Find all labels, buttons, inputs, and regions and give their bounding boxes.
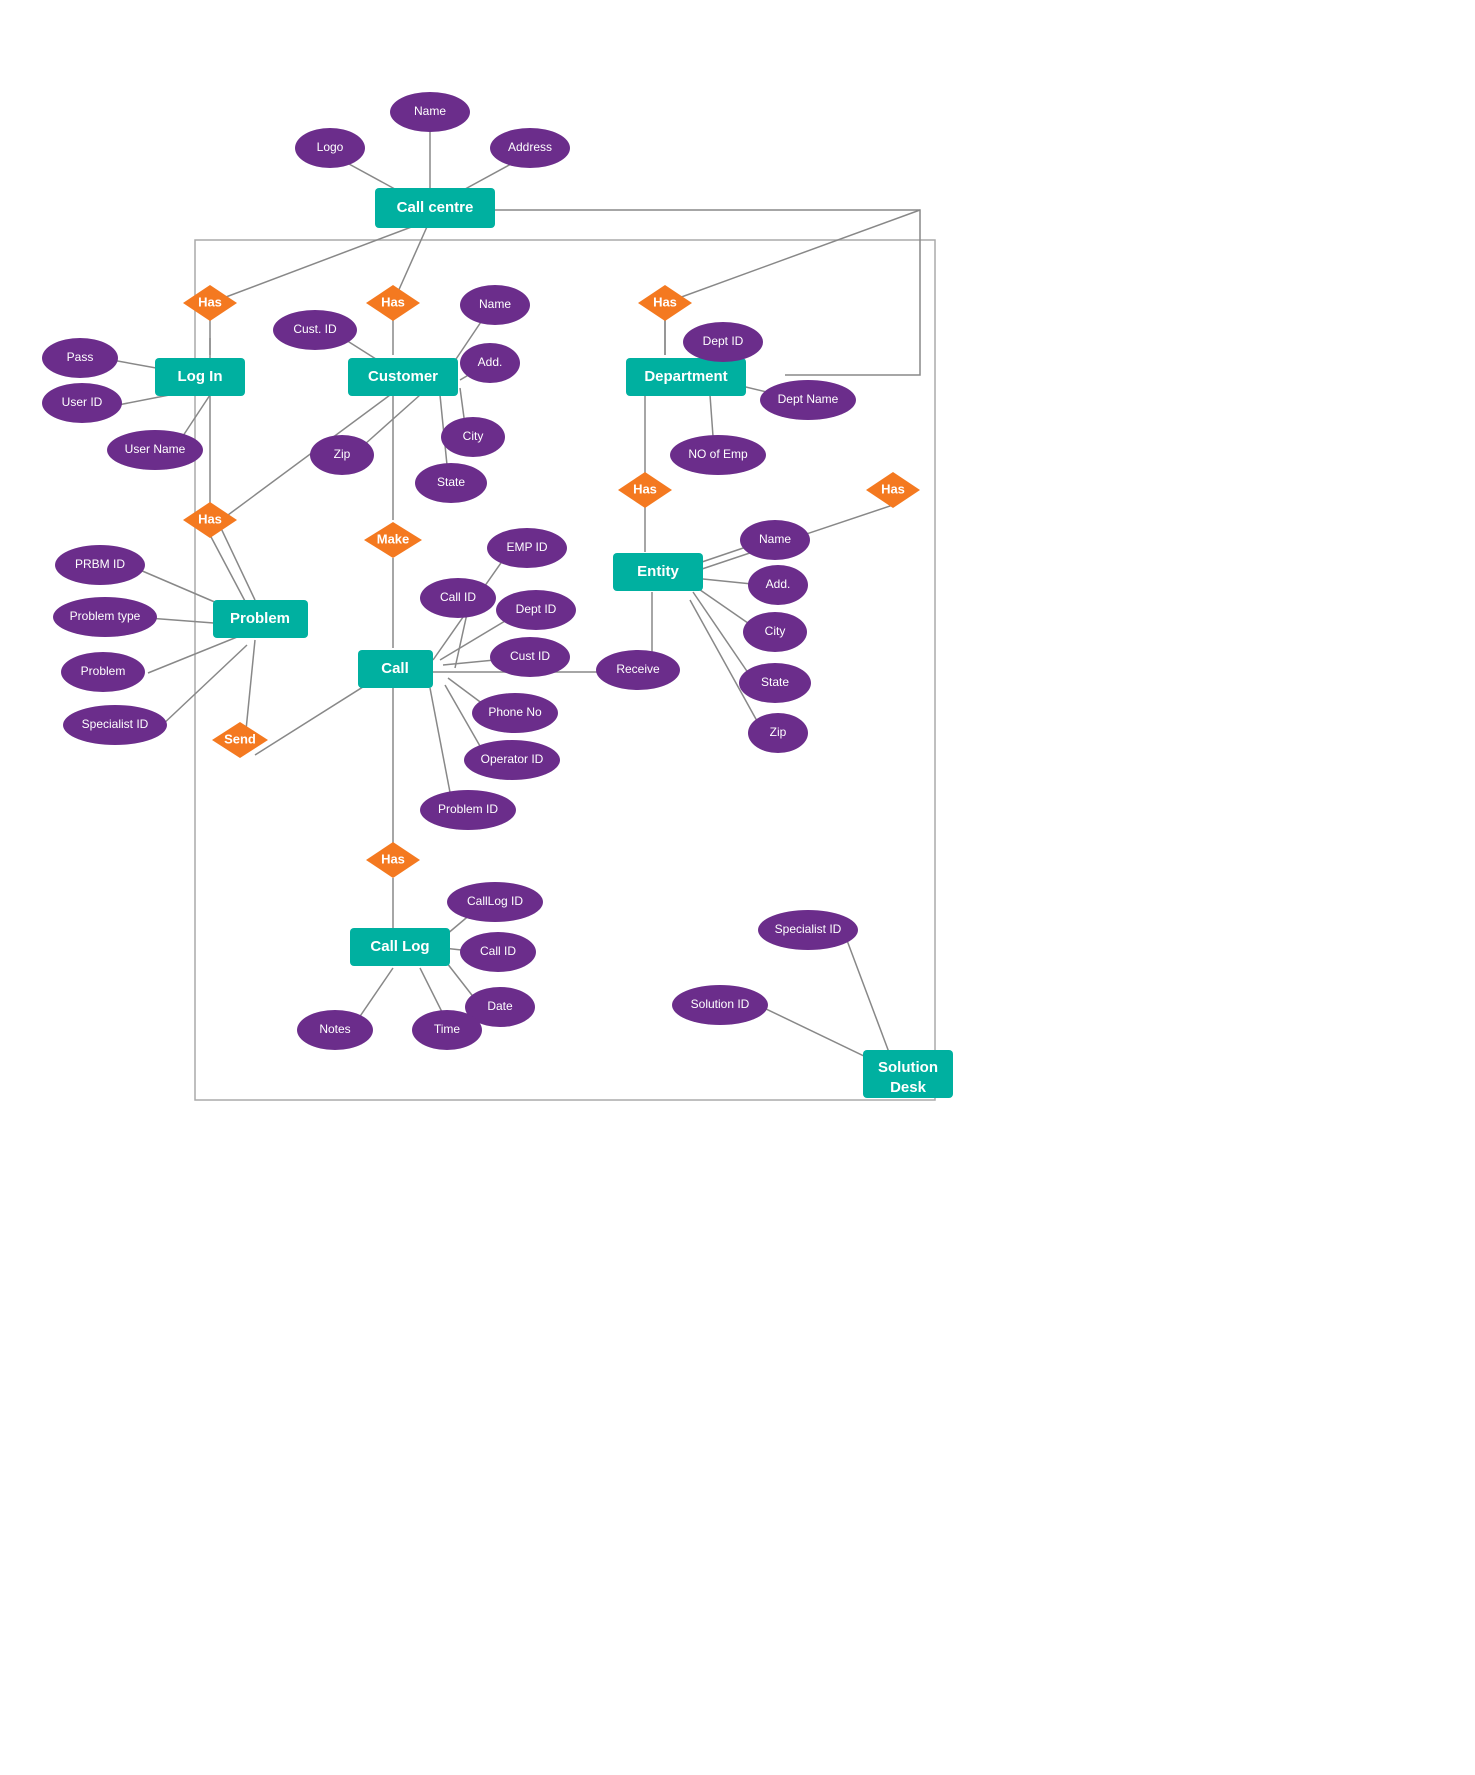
connector: [430, 688, 453, 808]
connector: [160, 645, 247, 727]
attr-specialist-id-prob-label: Specialist ID: [82, 717, 149, 731]
entity-problem-label: Problem: [230, 610, 290, 627]
attr-pass-label: Pass: [67, 350, 94, 364]
attr-notes-log-label: Notes: [319, 1022, 350, 1036]
attr-dept-name-label: Dept Name: [778, 392, 839, 406]
entity-login-label: Log In: [178, 368, 223, 385]
er-diagram: Call centre Log In Customer Department P…: [0, 0, 1475, 1775]
entity-call-centre-label: Call centre: [397, 199, 474, 216]
attr-zip-cust-label: Zip: [334, 447, 351, 461]
rel-has7-label: Has: [381, 851, 405, 866]
attr-cust-id-label: Cust. ID: [293, 322, 337, 336]
attr-no-emp-label: NO of Emp: [688, 447, 748, 461]
entity-solution-desk-label: Solution: [878, 1059, 938, 1076]
attr-phone-no-label: Phone No: [488, 705, 542, 719]
rel-has6-label: Has: [881, 481, 905, 496]
attr-solution-id-label: Solution ID: [691, 997, 750, 1011]
attr-zip-entity-label: Zip: [770, 725, 787, 739]
attr-city-cust-label: City: [463, 429, 484, 443]
attr-logo-label: Logo: [317, 140, 344, 154]
attr-add-entity-label: Add.: [766, 577, 791, 591]
attr-problem-id-label: Problem ID: [438, 802, 498, 816]
rel-send-label: Send: [224, 731, 256, 746]
connector: [845, 935, 893, 1063]
attr-name-top-label: Name: [414, 104, 446, 118]
rel-make-label: Make: [377, 531, 410, 546]
entity-entity-label: Entity: [637, 563, 679, 580]
entity-customer-label: Customer: [368, 368, 438, 385]
attr-user-name-label: User Name: [125, 442, 186, 456]
attr-date-log-label: Date: [487, 999, 513, 1013]
attr-specialist-id-sol-label: Specialist ID: [775, 922, 842, 936]
attr-problem-label: Problem: [81, 664, 126, 678]
attr-dept-id-label: Dept ID: [703, 334, 744, 348]
attr-state-cust-label: State: [437, 475, 465, 489]
attr-call-id-log-label: Call ID: [480, 944, 516, 958]
attr-cust-id-call-label: Cust ID: [510, 649, 550, 663]
attr-prbm-id-label: PRBM ID: [75, 557, 125, 571]
entity-solution-desk-label2: Desk: [890, 1079, 927, 1096]
entity-call-log-label: Call Log: [370, 938, 429, 955]
attr-city-entity-label: City: [765, 624, 786, 638]
attr-emp-id-label: EMP ID: [506, 540, 547, 554]
rel-has2-label: Has: [381, 294, 405, 309]
attr-user-id-label: User ID: [62, 395, 103, 409]
attr-call-id-call-label: Call ID: [440, 590, 476, 604]
attr-address-top-label: Address: [508, 140, 552, 154]
entity-department-label: Department: [644, 368, 727, 385]
rel-has4-label: Has: [198, 511, 222, 526]
attr-calllog-id-label: CallLog ID: [467, 894, 523, 908]
attr-time-log-label: Time: [434, 1022, 461, 1036]
attr-operator-id-label: Operator ID: [481, 752, 544, 766]
attr-prob-type-label: Problem type: [70, 609, 141, 623]
entity-call-label: Call: [381, 660, 409, 677]
attr-name-entity-label: Name: [759, 532, 791, 546]
diagram-border: [195, 240, 935, 1100]
rel-has5-label: Has: [633, 481, 657, 496]
attr-receive-label: Receive: [616, 662, 660, 676]
rel-has3-label: Has: [653, 294, 677, 309]
connector: [245, 640, 255, 740]
rel-has1-label: Has: [198, 294, 222, 309]
attr-name-cust-label: Name: [479, 297, 511, 311]
attr-dept-id-call-label: Dept ID: [516, 602, 557, 616]
connector: [665, 210, 920, 303]
attr-add-cust-label: Add.: [478, 355, 503, 369]
attr-state-entity-label: State: [761, 675, 789, 689]
